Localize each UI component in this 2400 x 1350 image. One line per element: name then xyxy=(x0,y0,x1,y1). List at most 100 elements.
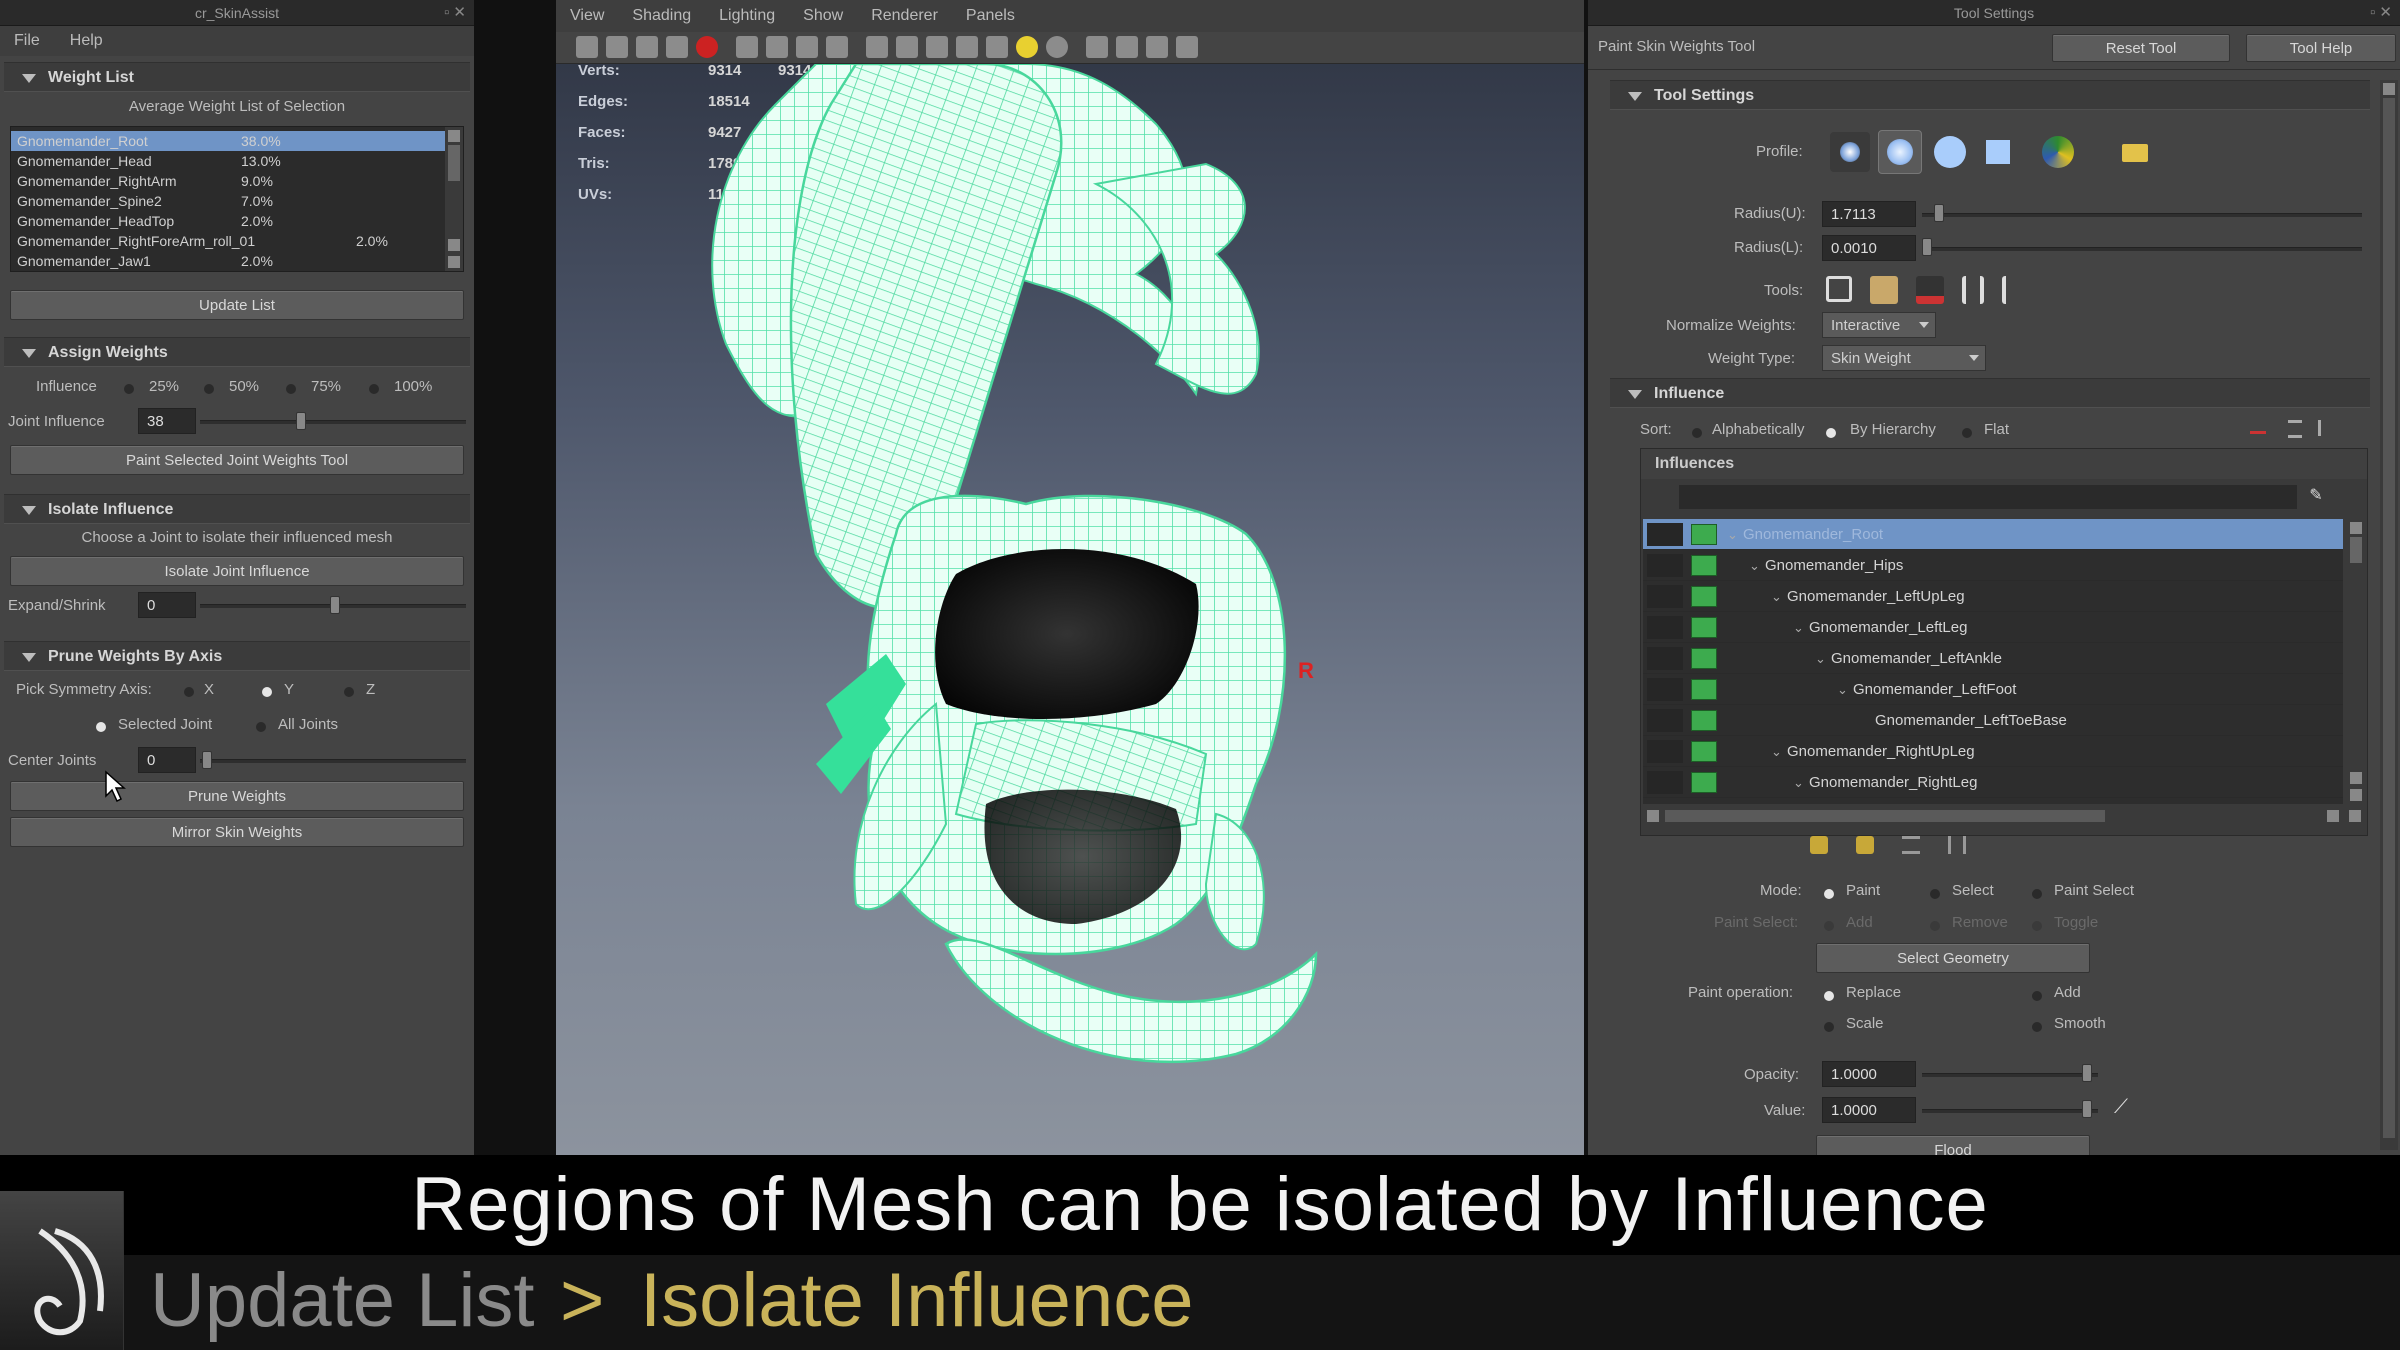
ps-add-radio[interactable] xyxy=(1824,918,1834,936)
prune-weights-header[interactable]: Prune Weights By Axis xyxy=(4,641,470,671)
op-scale-radio[interactable] xyxy=(1824,1019,1834,1037)
paint-joint-weights-button[interactable]: Paint Selected Joint Weights Tool xyxy=(10,445,464,475)
sort-alpha-radio[interactable] xyxy=(1692,425,1702,443)
shadow-icon[interactable] xyxy=(1046,36,1068,58)
weight-list-item[interactable]: Gnomemander_HeadTop 2.0% xyxy=(11,211,447,231)
viewport-menu-lighting[interactable]: Lighting xyxy=(719,0,775,32)
profile-square-button[interactable] xyxy=(1978,132,2018,172)
influence-50-radio[interactable] xyxy=(204,381,214,399)
copy-weights-icon[interactable] xyxy=(1826,276,1852,302)
weight-list-item[interactable]: Gnomemander_RightForeArm_roll_01 2.0% xyxy=(11,231,447,251)
weight-list-item[interactable]: Gnomemander_Head 13.0% xyxy=(11,151,447,171)
image-plane-icon[interactable] xyxy=(666,36,688,58)
influence-tree-item[interactable]: ⌄ Gnomemander_RightUpLeg xyxy=(1643,736,2343,767)
center-joints-slider[interactable] xyxy=(200,759,466,763)
influence-filter-field[interactable] xyxy=(1679,485,2297,509)
tool-help-button[interactable]: Tool Help xyxy=(2246,34,2396,62)
profile-solid-button[interactable] xyxy=(1930,132,1970,172)
influence-color-swatch[interactable] xyxy=(1691,710,1717,731)
browse-folder-icon[interactable] xyxy=(2122,144,2148,162)
joint-influence-field[interactable]: 38 xyxy=(138,408,196,434)
tool-settings-window-controls[interactable]: ▫ ✕ xyxy=(2370,3,2392,21)
influence-lock-toggle[interactable] xyxy=(1647,647,1683,670)
weight-type-dropdown[interactable]: Skin Weight xyxy=(1822,345,1986,371)
expand-arrow-icon[interactable]: ⌄ xyxy=(1771,736,1782,767)
tree-options-icon[interactable] xyxy=(1948,836,1966,854)
shaded-icon[interactable] xyxy=(956,36,978,58)
influence-tree-item[interactable]: ⌄ Gnomemander_Root xyxy=(1643,519,2343,550)
light-icon[interactable] xyxy=(1016,36,1038,58)
influence-lock-toggle[interactable] xyxy=(1647,709,1683,732)
influence-lock-toggle[interactable] xyxy=(1647,678,1683,701)
influence-lock-toggle[interactable] xyxy=(1647,523,1683,546)
select-camera-icon[interactable] xyxy=(576,36,598,58)
influence-lock-toggle[interactable] xyxy=(1647,554,1683,577)
influence-tree-item[interactable]: ⌄ Gnomemander_LeftUpLeg xyxy=(1643,581,2343,612)
menu-help[interactable]: Help xyxy=(70,26,103,56)
menu-file[interactable]: File xyxy=(14,26,40,56)
influence-lock-toggle[interactable] xyxy=(1647,616,1683,639)
resolution-gate-icon[interactable] xyxy=(796,36,818,58)
influence-75-radio[interactable] xyxy=(286,381,296,399)
filter-pencil-icon[interactable]: ✎ xyxy=(2305,485,2327,507)
sort-hierarchy-radio[interactable] xyxy=(1826,425,1836,443)
options-icon[interactable] xyxy=(2318,420,2332,436)
opacity-knob[interactable] xyxy=(2082,1064,2092,1082)
record-icon[interactable] xyxy=(696,36,718,58)
tool-settings-header[interactable]: Tool Settings xyxy=(1610,80,2370,110)
camera-attr-icon[interactable] xyxy=(1176,36,1198,58)
radius-l-field[interactable]: 0.0010 xyxy=(1822,235,1916,261)
influence-lock-toggle[interactable] xyxy=(1647,740,1683,763)
hide-icon[interactable] xyxy=(1902,836,1920,854)
viewport-menu-panels[interactable]: Panels xyxy=(966,0,1015,32)
influence-25-radio[interactable] xyxy=(124,381,134,399)
influence-tree-item[interactable]: Gnomemander_LeftToeBase xyxy=(1643,705,2343,736)
all-joints-radio[interactable] xyxy=(256,719,266,737)
bookmark-icon[interactable] xyxy=(636,36,658,58)
center-joints-knob[interactable] xyxy=(202,751,212,769)
op-replace-radio[interactable] xyxy=(1824,988,1834,1006)
radius-u-knob[interactable] xyxy=(1934,204,1944,222)
radius-u-field[interactable]: 1.7113 xyxy=(1822,201,1916,227)
weight-list-box[interactable]: Gnomemander_Root 38.0% Gnomemander_Head 13.… xyxy=(10,126,464,272)
influence-color-swatch[interactable] xyxy=(1691,648,1717,669)
mode-paint-select-radio[interactable] xyxy=(2032,886,2042,904)
select-geometry-button[interactable]: Select Geometry xyxy=(1816,943,2090,973)
selected-joint-radio[interactable] xyxy=(96,719,106,737)
normalize-weights-dropdown[interactable]: Interactive xyxy=(1822,312,1936,338)
profile-image-button[interactable] xyxy=(2038,132,2078,172)
sort-flat-radio[interactable] xyxy=(1962,425,1972,443)
grid-icon[interactable] xyxy=(736,36,758,58)
xray-icon[interactable] xyxy=(1116,36,1138,58)
viewport-menu-view[interactable]: View xyxy=(570,0,604,32)
expand-shrink-knob[interactable] xyxy=(330,596,340,614)
profile-gaussian-button[interactable] xyxy=(1878,130,1922,174)
influence-100-radio[interactable] xyxy=(369,381,379,399)
mirror-skin-weights-button[interactable]: Mirror Skin Weights xyxy=(10,817,464,847)
unlock-icon[interactable] xyxy=(1856,836,1874,854)
influence-color-swatch[interactable] xyxy=(1691,586,1717,607)
influence-header[interactable]: Influence xyxy=(1610,378,2370,408)
influence-tree-item[interactable]: ⌄ Gnomemander_RightLeg xyxy=(1643,767,2343,798)
list-view-icon[interactable] xyxy=(2288,420,2302,438)
field-chart-icon[interactable] xyxy=(866,36,888,58)
mode-paint-radio[interactable] xyxy=(1824,886,1834,904)
isolate-joint-influence-button[interactable]: Isolate Joint Influence xyxy=(10,556,464,586)
center-joints-field[interactable]: 0 xyxy=(138,747,196,773)
show-influences-icon[interactable] xyxy=(2002,276,2024,304)
influence-color-swatch[interactable] xyxy=(1691,555,1717,576)
isolate-icon[interactable] xyxy=(1086,36,1108,58)
remove-influence-icon[interactable] xyxy=(2250,424,2266,434)
weight-list-item[interactable]: Gnomemander_Spine2 7.0% xyxy=(11,191,447,211)
influence-color-swatch[interactable] xyxy=(1691,679,1717,700)
color-picker-icon[interactable]: ⟋ xyxy=(2114,1096,2128,1119)
reset-tool-button[interactable]: Reset Tool xyxy=(2052,34,2230,62)
weight-hammer-icon[interactable] xyxy=(1916,276,1944,304)
ps-remove-radio[interactable] xyxy=(1930,918,1940,936)
value-knob[interactable] xyxy=(2082,1100,2092,1118)
wireframe-mesh[interactable] xyxy=(556,64,1584,1155)
opacity-slider[interactable] xyxy=(1922,1073,2098,1077)
expand-arrow-icon[interactable]: ⌄ xyxy=(1727,519,1738,550)
axis-y-radio[interactable] xyxy=(262,684,272,702)
prune-weights-button[interactable]: Prune Weights xyxy=(10,781,464,811)
